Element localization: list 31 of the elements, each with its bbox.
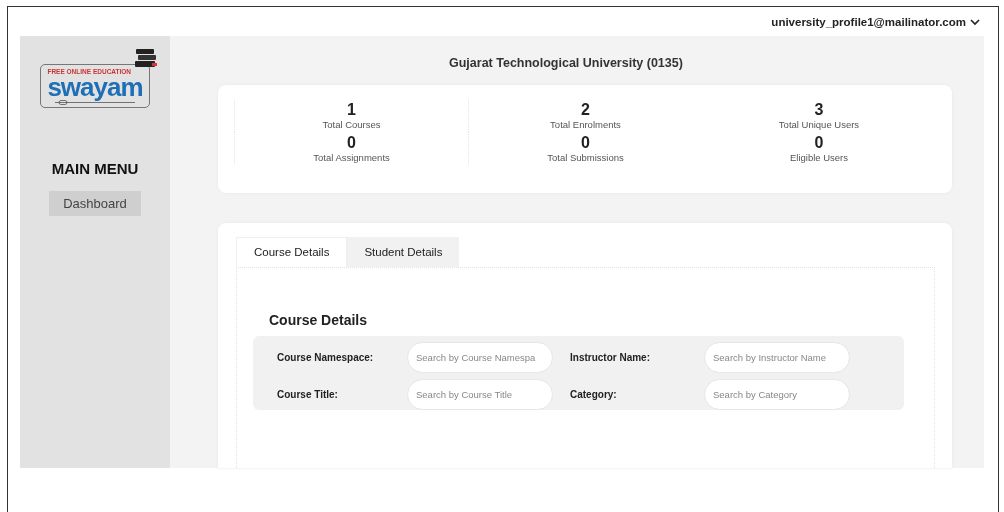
menu-item[interactable]: Dashboard (49, 191, 141, 216)
field-label: Instructor Name: (570, 352, 651, 363)
stat-value: 0 (814, 134, 824, 152)
search-field[interactable]: Search by Instructor Name (704, 342, 850, 373)
stat-value: 0 (581, 134, 590, 152)
search-field[interactable]: Search by Course Namespa (407, 342, 553, 373)
stat-label: Total Unique Users (778, 119, 860, 130)
field-label: Course Title: (277, 389, 339, 400)
user-menu[interactable]: university_profile1@mailinator.com (771, 16, 980, 28)
search-field[interactable]: Search by Category (704, 379, 850, 410)
stat-value: 3 (814, 101, 824, 119)
field-label: Course Namespace: (277, 352, 375, 363)
stat-value: 2 (581, 101, 590, 119)
logo-text: swayam (47, 75, 143, 99)
stat-label: Total Assignments (313, 152, 390, 163)
stat-label: Eligible Users (789, 152, 849, 163)
stat-value: 0 (347, 134, 356, 152)
stat-value: 1 (347, 101, 356, 119)
books-icon (134, 48, 158, 68)
section-heading: Course Details (269, 312, 369, 328)
search-field[interactable]: Search by Course Title (407, 379, 553, 410)
stat-label: Total Enrolments (550, 119, 621, 130)
stat-label: Total Courses (322, 119, 381, 130)
chevron-down-icon (970, 18, 980, 26)
tagline-line-icon (55, 100, 135, 105)
menu-title: MAIN MENU (51, 160, 139, 177)
tab[interactable]: Course Details (236, 237, 348, 267)
stat-label: Total Submissions (547, 152, 624, 163)
tab[interactable]: Student Details (347, 237, 460, 267)
field-label: Category: (570, 389, 618, 400)
university-title: Gujarat Technological University (0135) (449, 56, 683, 70)
